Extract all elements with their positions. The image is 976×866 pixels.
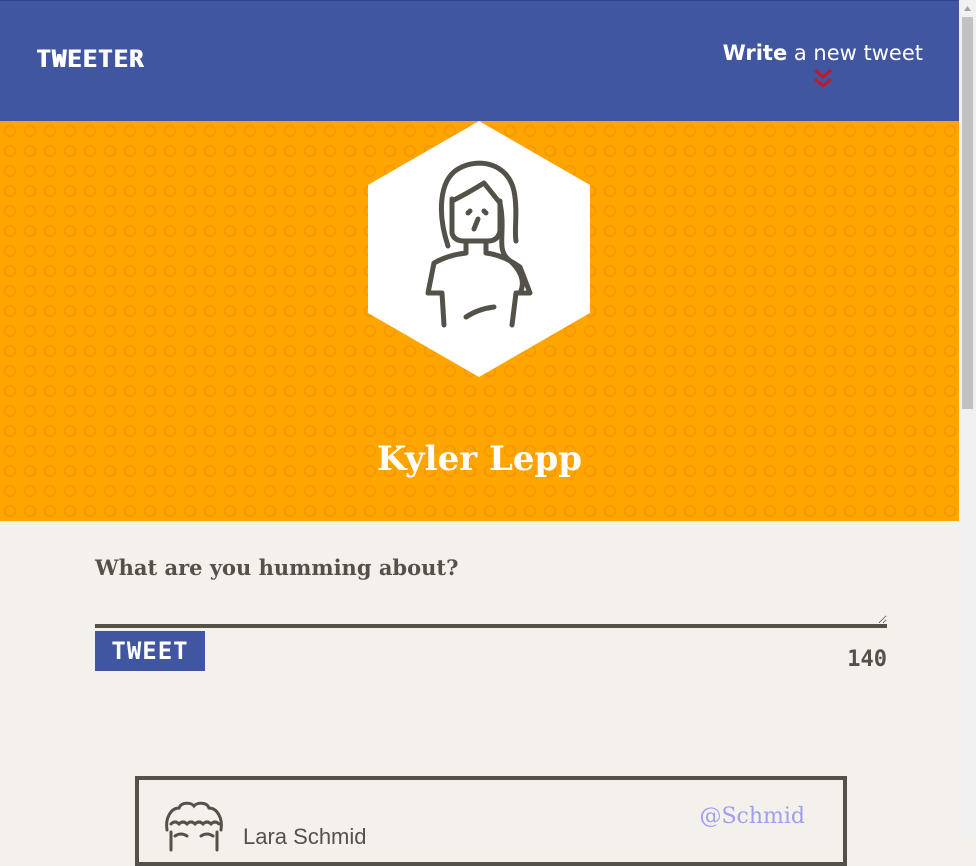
brand-logo[interactable]: TWEETER	[36, 45, 144, 73]
compose-label: What are you humming about?	[95, 555, 459, 580]
compose-form: What are you humming about? TWEET 140	[95, 555, 887, 672]
top-nav: TWEETER Write a new tweet	[0, 0, 959, 121]
write-new-tweet-toggle[interactable]: Write a new tweet	[723, 41, 923, 91]
tweet-card: Lara Schmid @Schmid	[135, 776, 847, 866]
profile-avatar	[368, 121, 590, 377]
tweet-author-name: Lara Schmid	[243, 824, 367, 849]
scroll-up-arrow-icon[interactable]	[959, 0, 976, 17]
double-chevron-down-icon[interactable]	[811, 67, 835, 91]
character-counter: 140	[847, 647, 887, 672]
profile-banner: Kyler Lepp	[0, 121, 959, 521]
profile-name: Kyler Lepp	[376, 439, 583, 479]
scrollbar-thumb[interactable]	[962, 17, 973, 409]
page-scrollbar[interactable]	[959, 0, 976, 836]
tweet-author-handle: @Schmid	[699, 804, 805, 829]
curly-hair-avatar-icon	[165, 801, 223, 852]
write-label: Write a new tweet	[722, 41, 923, 65]
tweet-submit-button[interactable]: TWEET	[95, 631, 205, 671]
tweet-text-input[interactable]	[95, 590, 887, 628]
